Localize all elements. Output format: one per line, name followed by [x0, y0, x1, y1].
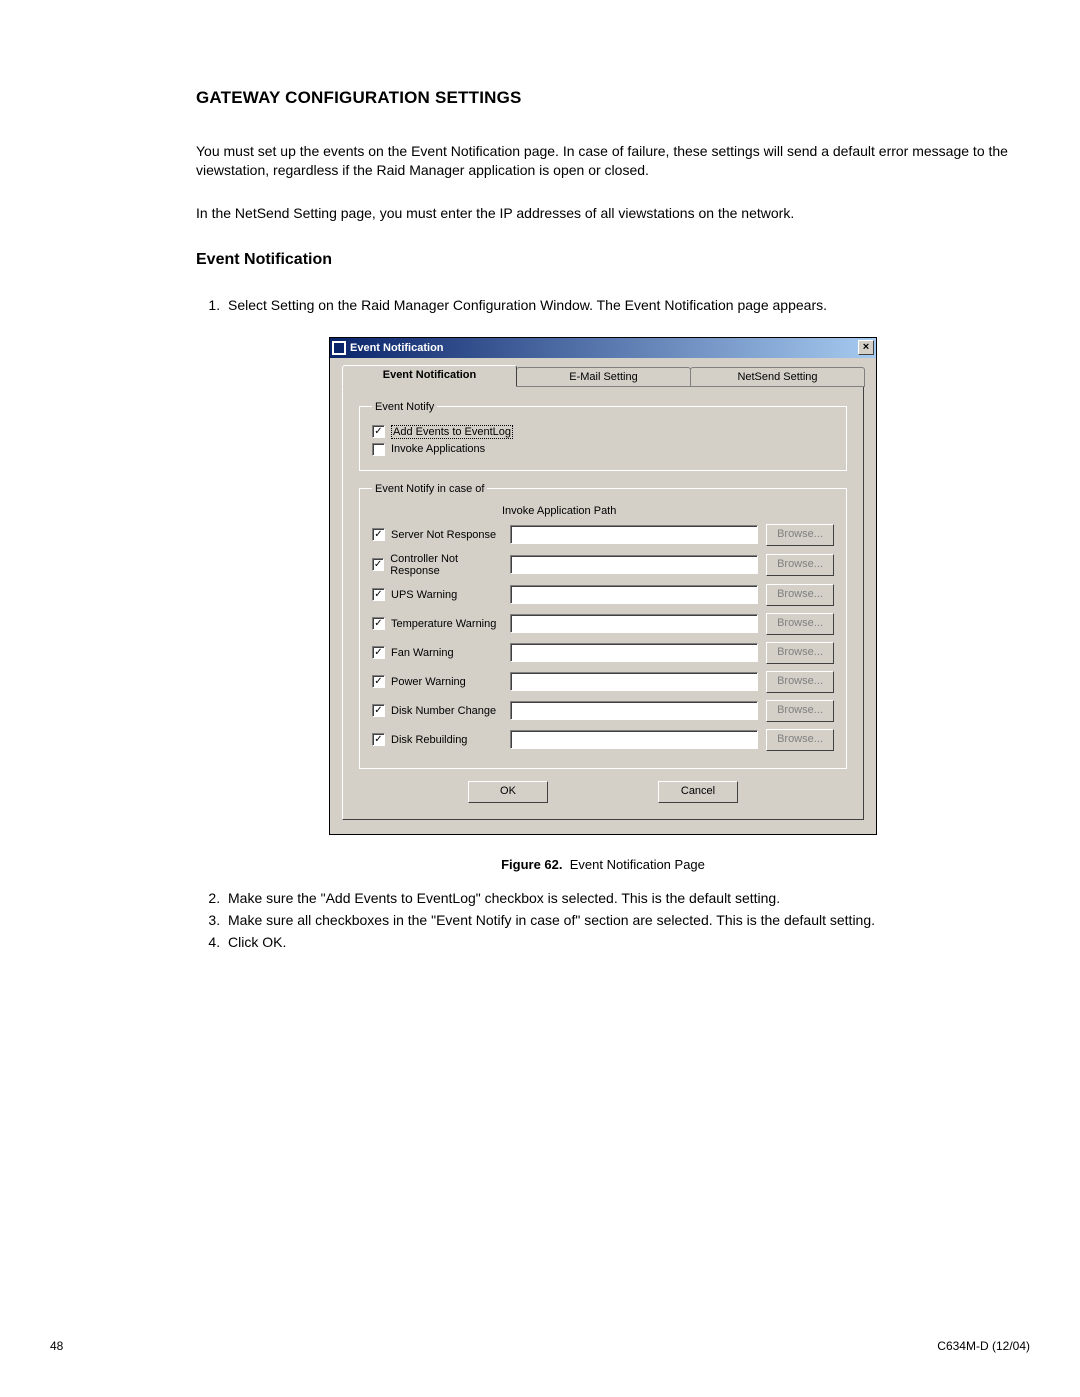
disk-number-change-label: Disk Number Change — [391, 705, 496, 717]
invoke-apps-label: Invoke Applications — [391, 443, 485, 455]
disk-rebuilding-browse-button: Browse... — [766, 729, 834, 751]
power-warning-browse-button: Browse... — [766, 671, 834, 693]
tab-event-notification[interactable]: Event Notification — [342, 365, 517, 387]
server-not-response-path-input[interactable] — [510, 525, 758, 544]
page-number: 48 — [50, 1339, 63, 1353]
ups-warning-label: UPS Warning — [391, 589, 457, 601]
fan-warning-checkbox[interactable] — [372, 646, 385, 659]
event-notify-case-legend: Event Notify in case of — [372, 483, 487, 495]
temperature-warning-browse-button: Browse... — [766, 613, 834, 635]
server-not-response-browse-button: Browse... — [766, 524, 834, 546]
disk-number-change-browse-button: Browse... — [766, 700, 834, 722]
event-row: Disk Number Change Browse... — [372, 700, 834, 722]
ups-warning-checkbox[interactable] — [372, 588, 385, 601]
netsend-paragraph: In the NetSend Setting page, you must en… — [196, 204, 1010, 223]
event-row: Server Not Response Browse... — [372, 524, 834, 546]
tab-panel: Event Notify Add Events to EventLog Invo… — [342, 386, 864, 820]
add-events-label: Add Events to EventLog — [391, 425, 513, 439]
window-icon — [332, 341, 346, 355]
power-warning-path-input[interactable] — [510, 672, 758, 691]
dialog-titlebar: Event Notification × — [330, 338, 876, 358]
temperature-warning-label: Temperature Warning — [391, 618, 496, 630]
event-row: Temperature Warning Browse... — [372, 613, 834, 635]
fan-warning-label: Fan Warning — [391, 647, 454, 659]
ok-button[interactable]: OK — [468, 781, 548, 803]
cancel-button[interactable]: Cancel — [658, 781, 738, 803]
disk-rebuilding-label: Disk Rebuilding — [391, 734, 467, 746]
doc-id: C634M-D (12/04) — [937, 1339, 1030, 1353]
event-notification-dialog: Event Notification × Event Notification … — [329, 337, 877, 835]
event-row: UPS Warning Browse... — [372, 584, 834, 606]
figure-text: Event Notification Page — [570, 857, 705, 872]
temperature-warning-checkbox[interactable] — [372, 617, 385, 630]
server-not-response-label: Server Not Response — [391, 529, 496, 541]
subsection-title: Event Notification — [196, 251, 1010, 269]
figure-caption: Figure 62. Event Notification Page — [196, 857, 1010, 872]
controller-not-response-label: Controller Not Response — [390, 553, 502, 577]
disk-number-change-checkbox[interactable] — [372, 704, 385, 717]
step-3: Make sure all checkboxes in the "Event N… — [224, 912, 1010, 928]
ups-warning-path-input[interactable] — [510, 585, 758, 604]
disk-rebuilding-checkbox[interactable] — [372, 733, 385, 746]
step-4: Click OK. — [224, 934, 1010, 950]
invoke-path-header: Invoke Application Path — [502, 505, 834, 517]
event-notify-case-group: Event Notify in case of Invoke Applicati… — [359, 483, 847, 769]
controller-not-response-checkbox[interactable] — [372, 558, 384, 571]
intro-paragraph: You must set up the events on the Event … — [196, 142, 1010, 180]
tab-strip: Event Notification E-Mail Setting NetSen… — [342, 365, 864, 387]
server-not-response-checkbox[interactable] — [372, 528, 385, 541]
steps-list-bottom: Make sure the "Add Events to EventLog" c… — [196, 890, 1010, 950]
section-title: GATEWAY CONFIGURATION SETTINGS — [196, 88, 1010, 108]
event-row: Disk Rebuilding Browse... — [372, 729, 834, 751]
step-1: Select Setting on the Raid Manager Confi… — [224, 297, 1010, 313]
disk-rebuilding-path-input[interactable] — [510, 730, 758, 749]
window-title: Event Notification — [350, 342, 444, 354]
invoke-apps-checkbox[interactable] — [372, 443, 385, 456]
close-button[interactable]: × — [858, 340, 874, 355]
event-notify-group: Event Notify Add Events to EventLog Invo… — [359, 401, 847, 471]
add-events-checkbox[interactable] — [372, 425, 385, 438]
figure-label: Figure 62. — [501, 857, 562, 872]
power-warning-label: Power Warning — [391, 676, 466, 688]
disk-number-change-path-input[interactable] — [510, 701, 758, 720]
ups-warning-browse-button: Browse... — [766, 584, 834, 606]
fan-warning-path-input[interactable] — [510, 643, 758, 662]
tab-email-setting[interactable]: E-Mail Setting — [516, 367, 691, 387]
fan-warning-browse-button: Browse... — [766, 642, 834, 664]
controller-not-response-path-input[interactable] — [510, 555, 758, 574]
steps-list-top: Select Setting on the Raid Manager Confi… — [196, 297, 1010, 313]
step-2: Make sure the "Add Events to EventLog" c… — [224, 890, 1010, 906]
temperature-warning-path-input[interactable] — [510, 614, 758, 633]
event-row: Fan Warning Browse... — [372, 642, 834, 664]
event-notify-legend: Event Notify — [372, 401, 437, 413]
tab-netsend-setting[interactable]: NetSend Setting — [690, 367, 865, 387]
event-row: Power Warning Browse... — [372, 671, 834, 693]
controller-not-response-browse-button: Browse... — [766, 554, 834, 576]
event-row: Controller Not Response Browse... — [372, 553, 834, 577]
power-warning-checkbox[interactable] — [372, 675, 385, 688]
